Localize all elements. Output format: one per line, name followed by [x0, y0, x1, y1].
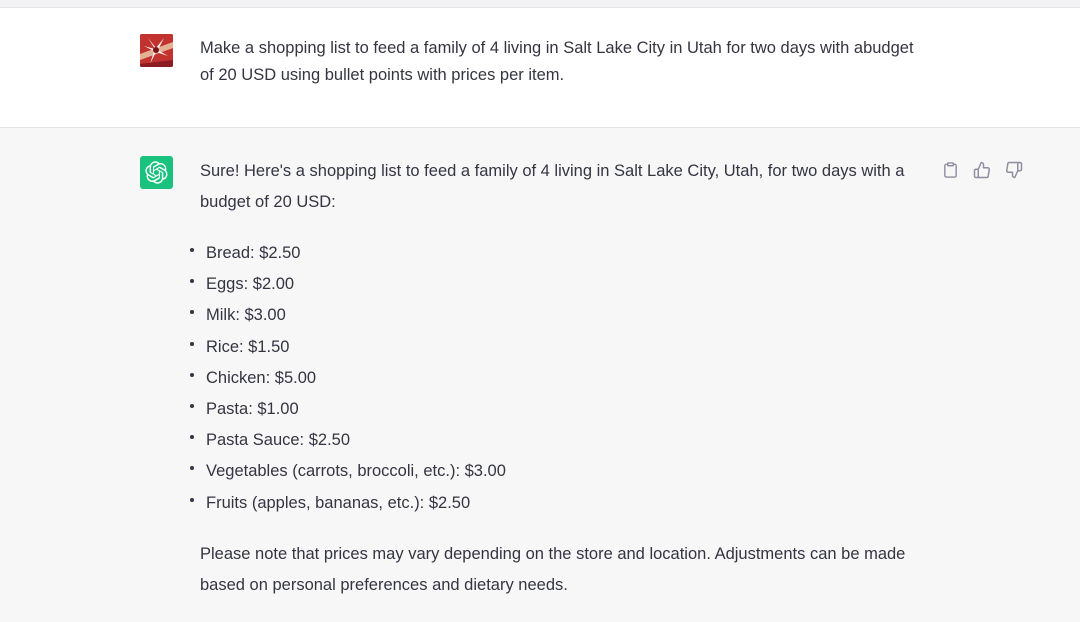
list-item: Vegetables (carrots, broccoli, etc.): $3… [190, 456, 920, 487]
shopping-list: Bread: $2.50 Eggs: $2.00 Milk: $3.00 Ric… [190, 238, 920, 519]
assistant-avatar [140, 156, 173, 189]
assistant-message-content: Sure! Here's a shopping list to feed a f… [190, 156, 920, 601]
list-item: Rice: $1.50 [190, 332, 920, 363]
thumbs-up-button[interactable] [972, 160, 992, 180]
user-message-text: Make a shopping list to feed a family of… [200, 39, 914, 84]
list-item: Bread: $2.50 [190, 238, 920, 269]
list-item: Milk: $3.00 [190, 300, 920, 331]
list-item: Pasta: $1.00 [190, 394, 920, 425]
copy-button[interactable] [940, 160, 960, 180]
thumbs-down-icon [1006, 161, 1023, 179]
list-item: Pasta Sauce: $2.50 [190, 425, 920, 456]
list-item: Eggs: $2.00 [190, 269, 920, 300]
clipboard-icon [943, 162, 957, 178]
assistant-message: Sure! Here's a shopping list to feed a f… [0, 128, 1080, 622]
assistant-note: Please note that prices may vary dependi… [200, 544, 906, 594]
openai-logo-icon [145, 161, 168, 184]
message-actions [940, 160, 1024, 180]
thumbs-down-button[interactable] [1004, 160, 1024, 180]
user-message: Make a shopping list to feed a family of… [0, 8, 1080, 128]
list-item: Fruits (apples, bananas, etc.): $2.50 [190, 488, 920, 519]
list-item: Chicken: $5.00 [190, 363, 920, 394]
assistant-intro: Sure! Here's a shopping list to feed a f… [200, 162, 905, 211]
top-strip [0, 0, 1080, 8]
thumbs-up-icon [973, 161, 990, 179]
user-avatar [140, 34, 173, 67]
